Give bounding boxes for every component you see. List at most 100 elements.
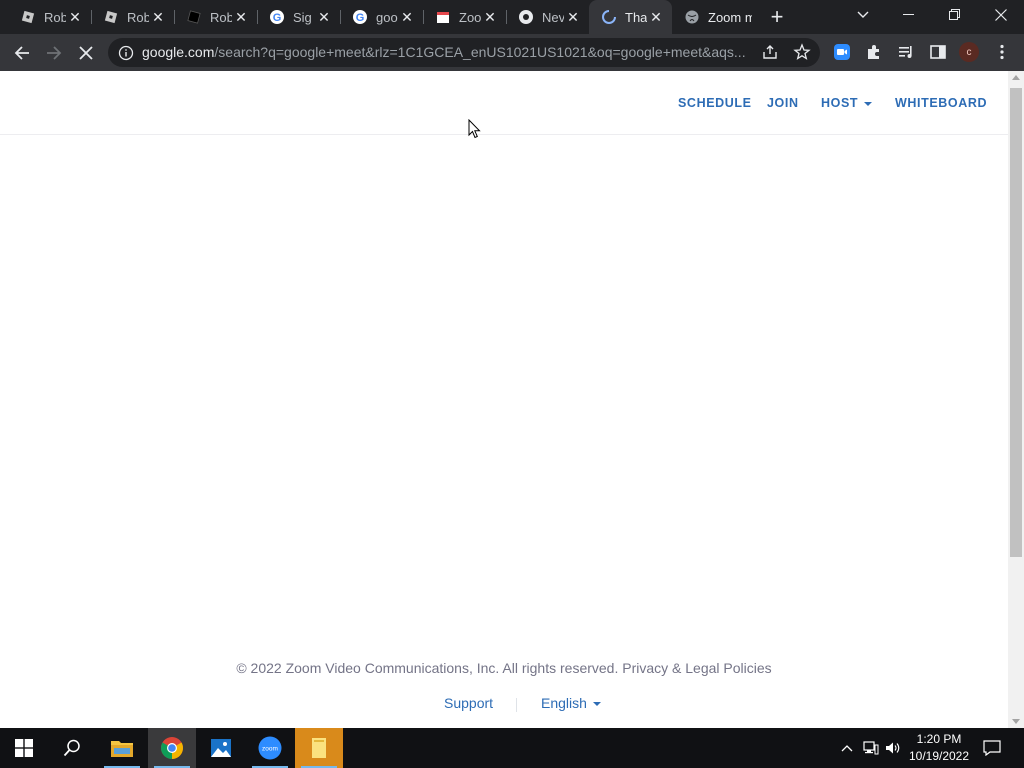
close-tab-icon[interactable]: ✕	[67, 9, 83, 25]
nav-join-link[interactable]: JOIN	[767, 96, 799, 110]
privacy-legal-link[interactable]: Privacy & Legal Policies	[622, 660, 771, 676]
media-control-button[interactable]	[896, 42, 916, 62]
stop-loading-button[interactable]	[72, 39, 100, 67]
url-host: google.com	[142, 44, 215, 60]
close-tab-icon[interactable]: ✕	[565, 9, 581, 25]
minimize-button[interactable]	[886, 0, 932, 30]
taskbar-chrome[interactable]	[148, 728, 196, 768]
browser-tab[interactable]: G goo ✕	[340, 0, 423, 34]
profile-avatar[interactable]: c	[959, 42, 979, 62]
google-icon: G	[352, 9, 368, 25]
close-tab-icon[interactable]: ✕	[648, 9, 664, 25]
bookmark-button[interactable]	[792, 42, 812, 62]
chrome-icon	[518, 9, 534, 25]
web-page: SCHEDULE JOIN HOST WHITEBOARD © 2022 Zoo…	[0, 71, 1008, 728]
browser-tab[interactable]: Rob ✕	[174, 0, 257, 34]
browser-tab[interactable]: Rob ✕	[8, 0, 91, 34]
back-button[interactable]	[8, 39, 36, 67]
browser-menu-button[interactable]	[992, 42, 1012, 62]
photos-icon	[211, 739, 231, 757]
language-selector[interactable]: English	[541, 695, 601, 711]
clock-time: 1:20 PM	[916, 732, 962, 746]
page-scrollbar[interactable]	[1008, 71, 1024, 728]
side-panel-button[interactable]	[928, 42, 948, 62]
browser-tab[interactable]: Rob ✕	[91, 0, 174, 34]
nav-schedule-link[interactable]: SCHEDULE	[678, 96, 752, 110]
tab-title: Tha	[625, 9, 647, 25]
svg-text:zoom: zoom	[262, 746, 278, 753]
close-tab-icon[interactable]: ✕	[399, 9, 415, 25]
nav-host-dropdown[interactable]: HOST	[821, 96, 873, 110]
taskbar-file-explorer[interactable]	[98, 728, 146, 768]
scroll-down-arrow-icon[interactable]	[1012, 719, 1020, 724]
loading-icon	[601, 9, 617, 25]
search-button[interactable]	[48, 728, 96, 768]
side-panel-icon	[930, 45, 946, 59]
close-tab-icon[interactable]: ✕	[150, 9, 166, 25]
scrollbar-thumb[interactable]	[1010, 88, 1022, 557]
tab-search-button[interactable]	[840, 0, 886, 30]
share-icon	[763, 45, 777, 59]
url-text[interactable]: google.com/search?q=google+meet&rlz=1C1G…	[142, 44, 752, 62]
taskbar-zoom[interactable]: zoom	[246, 728, 294, 768]
roblox-icon	[103, 9, 119, 25]
roblox-icon	[20, 9, 36, 25]
playlist-icon	[899, 46, 912, 58]
taskbar-sticky-notes[interactable]	[295, 728, 343, 768]
share-button[interactable]	[760, 42, 780, 62]
roblox-dark-icon	[186, 9, 202, 25]
browser-tab[interactable]: Nev ✕	[506, 0, 589, 34]
tab-strip: Rob ✕ Rob ✕ Rob ✕ G Sig ✕ G goo ✕ Zoo ✕ …	[0, 0, 1024, 34]
minimize-icon	[903, 14, 914, 15]
close-tab-icon[interactable]: ✕	[316, 9, 332, 25]
new-tab-button[interactable]: +	[765, 4, 789, 29]
scroll-up-arrow-icon[interactable]	[1012, 75, 1020, 80]
mouse-cursor-icon	[468, 119, 481, 139]
footer-links: Support English	[0, 695, 1008, 715]
tab-title: goo	[376, 9, 398, 25]
chevron-up-icon	[841, 745, 853, 752]
support-link[interactable]: Support	[444, 695, 493, 711]
zoom-extension-icon	[834, 44, 850, 60]
zoom-extension-button[interactable]	[832, 42, 852, 62]
tab-title: Zoom m	[708, 9, 752, 25]
restore-button[interactable]	[932, 0, 978, 30]
volume-tray-button[interactable]	[883, 728, 903, 768]
nav-whiteboard-link[interactable]: WHITEBOARD	[895, 96, 987, 110]
folder-icon	[111, 741, 133, 757]
close-window-button[interactable]	[978, 0, 1024, 30]
copyright-text: © 2022 Zoom Video Communications, Inc. A…	[236, 660, 619, 676]
browser-tab[interactable]: G Sig ✕	[257, 0, 340, 34]
google-icon: G	[269, 9, 285, 25]
start-button[interactable]	[0, 728, 48, 768]
network-icon	[863, 741, 879, 755]
chrome-icon	[161, 737, 183, 759]
show-hidden-icons-button[interactable]	[837, 728, 857, 768]
network-tray-button[interactable]	[860, 728, 882, 768]
sticky-notes-icon	[312, 738, 326, 758]
browser-tab[interactable]: Zoo ✕	[423, 0, 506, 34]
extensions-button[interactable]	[864, 42, 884, 62]
forward-button[interactable]	[40, 39, 68, 67]
restore-icon	[949, 9, 960, 20]
close-tab-icon[interactable]: ✕	[233, 9, 249, 25]
browser-tab[interactable]: Zoom m	[672, 0, 758, 34]
close-icon	[995, 9, 1007, 21]
taskbar-clock[interactable]: 1:20 PM 10/19/2022	[902, 731, 976, 765]
svg-text:G: G	[356, 12, 365, 24]
puzzle-icon	[868, 45, 879, 59]
taskbar-photos[interactable]	[197, 728, 245, 768]
svg-text:G: G	[273, 12, 282, 24]
close-tab-icon[interactable]: ✕	[482, 9, 498, 25]
zoom-store-icon	[435, 9, 451, 25]
site-info-icon[interactable]	[118, 45, 134, 61]
windows-logo-icon	[15, 739, 33, 757]
stop-icon	[79, 46, 93, 60]
notifications-button[interactable]	[980, 728, 1004, 768]
clock-date: 10/19/2022	[908, 749, 970, 763]
url-path: /search?q=google+meet&rlz=1C1GCEA_enUS10…	[214, 44, 746, 60]
zoom-app-icon: zoom	[258, 736, 282, 760]
browser-tab-active[interactable]: Tha ✕	[589, 0, 672, 34]
tab-title: Rob	[210, 9, 232, 25]
zoom-top-nav: SCHEDULE JOIN HOST WHITEBOARD	[0, 71, 1008, 135]
